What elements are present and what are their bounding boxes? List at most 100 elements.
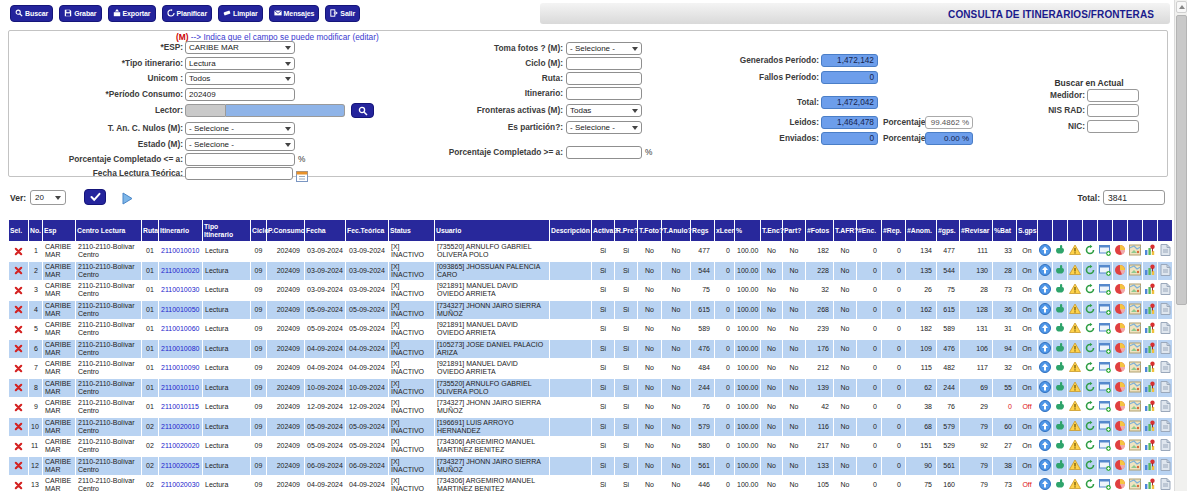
row-action-hand-icon[interactable]	[1053, 378, 1068, 398]
chart-pin-icon[interactable]	[1144, 342, 1156, 356]
row-action-warning-icon[interactable]	[1068, 300, 1083, 320]
pie-chart-icon[interactable]	[1114, 264, 1126, 278]
column-header[interactable]: Fecha	[305, 220, 346, 242]
row-action-hand-icon[interactable]	[1053, 261, 1068, 281]
row-action-screen-add-icon[interactable]	[1098, 242, 1113, 262]
row-action-refresh-icon[interactable]	[1083, 456, 1098, 476]
column-header[interactable]: T.Foto?	[638, 220, 662, 242]
screen-add-icon[interactable]	[1099, 303, 1111, 317]
document-icon[interactable]	[1160, 264, 1171, 278]
column-header[interactable]: xLeer	[715, 220, 735, 242]
row-action-arrow-up-icon[interactable]	[1038, 417, 1053, 437]
delete-x-icon[interactable]	[14, 364, 23, 373]
warning-icon[interactable]	[1069, 381, 1081, 395]
row-action-pie-chart-icon[interactable]	[1113, 320, 1128, 340]
map-icon[interactable]	[1129, 264, 1141, 278]
delete-row-button[interactable]	[9, 398, 29, 418]
screen-add-icon[interactable]	[1099, 400, 1111, 414]
toolbar-button-salir[interactable]: Salir	[325, 5, 360, 22]
nis-rad-input[interactable]	[1087, 104, 1139, 117]
row-action-warning-icon[interactable]	[1068, 261, 1083, 281]
toolbar-button-grabar[interactable]: Grabar	[59, 5, 101, 22]
delete-x-icon[interactable]	[14, 481, 23, 490]
row-action-hand-icon[interactable]	[1053, 476, 1068, 491]
delete-row-button[interactable]	[9, 339, 29, 359]
pie-chart-icon[interactable]	[1114, 283, 1126, 297]
row-action-warning-icon[interactable]	[1068, 242, 1083, 262]
screen-add-icon[interactable]	[1099, 420, 1111, 434]
arrow-up-icon[interactable]	[1039, 459, 1051, 473]
delete-row-button[interactable]	[9, 261, 29, 281]
itinerario-link[interactable]: 2110010060	[159, 320, 203, 340]
chart-pin-icon[interactable]	[1144, 283, 1156, 297]
refresh-icon[interactable]	[1084, 478, 1096, 491]
itinerario-link[interactable]: 2110010110	[159, 378, 203, 398]
document-icon[interactable]	[1160, 400, 1171, 414]
delete-row-button[interactable]	[9, 300, 29, 320]
row-action-pie-chart-icon[interactable]	[1113, 300, 1128, 320]
screen-add-icon[interactable]	[1099, 478, 1111, 491]
row-action-screen-add-icon[interactable]	[1098, 261, 1113, 281]
document-icon[interactable]	[1160, 478, 1171, 491]
arrow-up-icon[interactable]	[1039, 420, 1051, 434]
row-action-arrow-up-icon[interactable]	[1038, 281, 1053, 301]
arrow-up-icon[interactable]	[1039, 303, 1051, 317]
refresh-icon[interactable]	[1084, 420, 1096, 434]
delete-x-icon[interactable]	[14, 383, 23, 392]
toolbar-button-buscar[interactable]: Buscar	[10, 5, 53, 22]
row-action-arrow-up-icon[interactable]	[1038, 476, 1053, 491]
pie-chart-icon[interactable]	[1114, 381, 1126, 395]
row-action-map-icon[interactable]	[1128, 242, 1143, 262]
medidor-input[interactable]	[1087, 89, 1139, 102]
chart-pin-icon[interactable]	[1144, 459, 1156, 473]
refresh-icon[interactable]	[1084, 303, 1096, 317]
map-icon[interactable]	[1129, 361, 1141, 375]
refresh-icon[interactable]	[1084, 244, 1096, 258]
row-action-screen-add-icon[interactable]	[1098, 320, 1113, 340]
row-action-chart-pin-icon[interactable]	[1143, 242, 1158, 262]
row-action-document-icon[interactable]	[1158, 300, 1173, 320]
hand-icon[interactable]	[1054, 342, 1066, 356]
delete-x-icon[interactable]	[14, 305, 23, 314]
itinerario-link[interactable]: 2110020020	[159, 437, 203, 457]
column-header[interactable]: No.	[29, 220, 43, 242]
document-icon[interactable]	[1160, 439, 1171, 453]
document-icon[interactable]	[1160, 381, 1171, 395]
screen-add-icon[interactable]	[1099, 459, 1111, 473]
row-action-document-icon[interactable]	[1158, 476, 1173, 491]
row-action-map-icon[interactable]	[1128, 339, 1143, 359]
arrow-up-icon[interactable]	[1039, 264, 1051, 278]
hand-icon[interactable]	[1054, 459, 1066, 473]
row-action-hand-icon[interactable]	[1053, 398, 1068, 418]
itinerario-link[interactable]: 2110020030	[159, 476, 203, 491]
row-action-pie-chart-icon[interactable]	[1113, 378, 1128, 398]
row-action-hand-icon[interactable]	[1053, 456, 1068, 476]
column-header[interactable]: T.Anulo?	[662, 220, 691, 242]
column-header[interactable]: #Rep.	[882, 220, 906, 242]
refresh-icon[interactable]	[1084, 361, 1096, 375]
map-icon[interactable]	[1129, 478, 1141, 491]
document-icon[interactable]	[1160, 322, 1171, 336]
row-action-arrow-up-icon[interactable]	[1038, 261, 1053, 281]
row-action-document-icon[interactable]	[1158, 242, 1173, 262]
column-header[interactable]: P.Consumo	[267, 220, 305, 242]
warning-icon[interactable]	[1069, 303, 1081, 317]
refresh-icon[interactable]	[1084, 459, 1096, 473]
column-header[interactable]: Fec.Teórica	[346, 220, 389, 242]
pct-completado-gte-input[interactable]	[566, 146, 642, 159]
screen-add-icon[interactable]	[1099, 322, 1111, 336]
hand-icon[interactable]	[1054, 244, 1066, 258]
column-header[interactable]: S.gps	[1017, 220, 1038, 242]
column-header[interactable]: Regs	[691, 220, 715, 242]
column-header[interactable]: Descripción	[550, 220, 592, 242]
row-action-hand-icon[interactable]	[1053, 281, 1068, 301]
warning-icon[interactable]	[1069, 361, 1081, 375]
row-action-screen-add-icon[interactable]	[1098, 398, 1113, 418]
map-icon[interactable]	[1129, 342, 1141, 356]
row-action-pie-chart-icon[interactable]	[1113, 417, 1128, 437]
column-header[interactable]: #gps.	[937, 220, 960, 242]
map-icon[interactable]	[1129, 303, 1141, 317]
hand-icon[interactable]	[1054, 322, 1066, 336]
warning-icon[interactable]	[1069, 342, 1081, 356]
row-action-warning-icon[interactable]	[1068, 398, 1083, 418]
